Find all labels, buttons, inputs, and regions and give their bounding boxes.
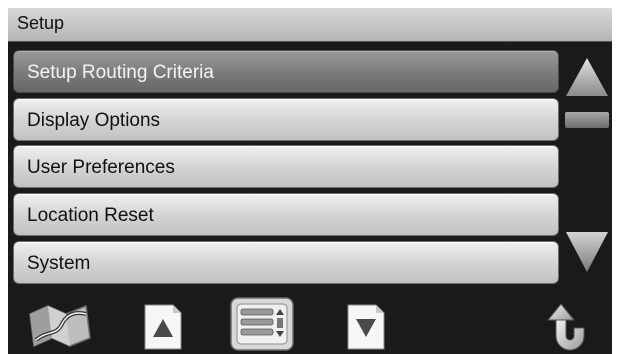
- user-preferences-button[interactable]: User Preferences: [13, 145, 559, 188]
- location-reset-button[interactable]: Location Reset: [13, 193, 559, 236]
- page-up-button[interactable]: [144, 304, 182, 354]
- menu-item-label: Location Reset: [27, 205, 154, 226]
- scroll-down-button[interactable]: [564, 230, 610, 274]
- triangle-up-icon: [566, 58, 608, 96]
- menu-button[interactable]: [230, 297, 294, 354]
- page-down-button[interactable]: [347, 304, 385, 354]
- setup-screen: Setup Setup Routing Criteria Display Opt…: [8, 8, 612, 354]
- title-bar: Setup: [8, 8, 612, 42]
- page-title: Setup: [17, 13, 65, 33]
- menu-item-label: User Preferences: [27, 157, 175, 178]
- page-up-icon: [144, 304, 182, 350]
- menu-item-label: System: [27, 253, 91, 274]
- display-options-button[interactable]: Display Options: [13, 98, 559, 141]
- scroll-up-button[interactable]: [564, 54, 610, 98]
- page-down-icon: [347, 304, 385, 350]
- triangle-down-icon: [566, 232, 608, 272]
- back-icon: [546, 303, 585, 351]
- map-button[interactable]: [26, 300, 94, 354]
- scroll-thumb[interactable]: [565, 112, 609, 128]
- setup-routing-criteria-button[interactable]: Setup Routing Criteria: [13, 50, 559, 93]
- system-button[interactable]: System: [13, 241, 559, 284]
- bottom-toolbar: [8, 290, 612, 354]
- menu-item-label: Setup Routing Criteria: [27, 62, 214, 83]
- menu-item-label: Display Options: [27, 110, 161, 131]
- back-button[interactable]: [542, 298, 594, 354]
- menu-list-icon: [230, 297, 294, 351]
- map-icon: [29, 304, 91, 348]
